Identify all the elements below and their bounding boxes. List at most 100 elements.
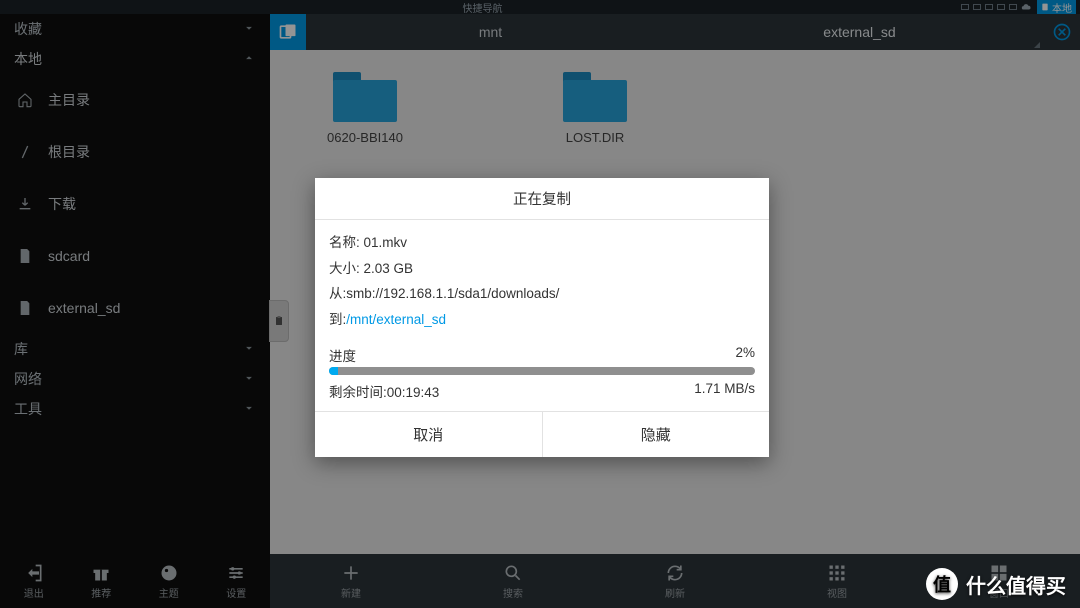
view-button[interactable]: 视图 <box>756 554 918 608</box>
remain-value: 00:19:43 <box>387 385 440 400</box>
palette-icon <box>159 563 179 583</box>
sidebar-bottom-bar: 退出 推荐 主题 设置 <box>0 554 270 608</box>
folder-label: 0620-BBI140 <box>327 130 403 145</box>
sidebar-section-network[interactable]: 网络 <box>0 364 270 394</box>
refresh-icon <box>665 563 685 583</box>
content-header: mnt external_sd <box>270 14 1080 50</box>
destination-link[interactable]: /mnt/external_sd <box>346 312 446 327</box>
button-label: 搜索 <box>503 585 523 600</box>
sidebar-section-label: 库 <box>14 339 28 359</box>
cloud-icon <box>1021 2 1031 12</box>
search-icon <box>503 563 523 583</box>
sidebar-section-tools[interactable]: 工具 <box>0 394 270 424</box>
remain-label: 剩余时间: <box>329 385 387 400</box>
close-icon <box>1052 22 1072 42</box>
close-tab-button[interactable] <box>1044 14 1080 50</box>
button-label: 刷新 <box>665 585 685 600</box>
watermark-badge: 值 <box>926 568 958 600</box>
hide-button[interactable]: 隐藏 <box>543 412 770 457</box>
progress-fill <box>329 367 338 375</box>
tab-corner-icon <box>1034 42 1040 48</box>
sliders-icon <box>226 563 246 583</box>
dialog-body: 名称: 01.mkv 大小: 2.03 GB 从:smb://192.168.1… <box>315 220 769 341</box>
chevron-down-icon <box>242 341 256 358</box>
recommend-button[interactable]: 推荐 <box>68 554 136 608</box>
progress-bar <box>329 367 755 375</box>
multiwindow-button[interactable] <box>270 14 306 50</box>
button-label: 设置 <box>226 585 246 600</box>
plus-icon <box>341 563 361 583</box>
theme-button[interactable]: 主题 <box>135 554 203 608</box>
watermark: 值 什么值得买 <box>926 568 1066 600</box>
sidebar-section-library[interactable]: 库 <box>0 334 270 364</box>
button-label: 退出 <box>24 585 44 600</box>
field-label: 从: <box>329 286 346 301</box>
sidebar-item-label: external_sd <box>48 300 120 316</box>
chevron-down-icon <box>242 401 256 418</box>
sidebar-section-label: 工具 <box>14 399 42 419</box>
sidebar-item-sdcard[interactable]: sdcard <box>0 230 270 282</box>
folder-label: LOST.DIR <box>566 130 625 145</box>
refresh-button[interactable]: 刷新 <box>594 554 756 608</box>
sidebar-section-label: 网络 <box>14 369 42 389</box>
clipboard-icon <box>273 314 285 328</box>
field-value: smb://192.168.1.1/sda1/downloads/ <box>346 286 559 301</box>
tab-externalsd[interactable]: external_sd <box>675 14 1044 50</box>
speed-value: 1.71 MB/s <box>694 381 755 401</box>
chevron-up-icon <box>242 51 256 68</box>
sidebar-item-home[interactable]: 主目录 <box>0 74 270 126</box>
gift-icon <box>91 563 111 583</box>
watermark-text: 什么值得买 <box>966 570 1066 599</box>
statusbar-title: 快捷导航 <box>463 0 503 15</box>
chevron-down-icon <box>242 371 256 388</box>
file-icon <box>16 248 34 264</box>
sidebar-item-download[interactable]: 下载 <box>0 178 270 230</box>
exit-icon <box>24 563 44 583</box>
tab-label: mnt <box>479 24 502 40</box>
clipboard-drawer-handle[interactable] <box>269 300 289 342</box>
slash-icon <box>16 144 34 160</box>
sidebar-section-label: 本地 <box>14 49 42 69</box>
folder-icon <box>333 72 397 122</box>
field-value: 01.mkv <box>364 235 408 250</box>
sidebar-item-root[interactable]: 根目录 <box>0 126 270 178</box>
sidebar-item-label: 根目录 <box>48 142 90 162</box>
sidebar-item-externalsd[interactable]: external_sd <box>0 282 270 334</box>
field-label: 到: <box>329 312 346 327</box>
folder-icon <box>563 72 627 122</box>
new-button[interactable]: 新建 <box>270 554 432 608</box>
field-label: 名称: <box>329 235 360 250</box>
sidebar-item-label: 主目录 <box>48 90 90 110</box>
statusbar-local-tag: 本地 <box>1037 0 1076 14</box>
settings-button[interactable]: 设置 <box>203 554 271 608</box>
field-value: 2.03 GB <box>364 261 414 276</box>
copy-dialog: 正在复制 名称: 01.mkv 大小: 2.03 GB 从:smb://192.… <box>315 178 769 457</box>
tablet-icon <box>1041 3 1049 11</box>
sidebar-item-label: sdcard <box>48 248 90 264</box>
chevron-down-icon <box>242 21 256 38</box>
tab-mnt[interactable]: mnt <box>306 14 675 50</box>
sidebar: 收藏 本地 主目录 根目录 下载 sdcard external_sd 库 <box>0 14 270 608</box>
grid-icon <box>827 563 847 583</box>
tab-label: external_sd <box>823 24 895 40</box>
home-icon <box>16 92 34 108</box>
search-button[interactable]: 搜索 <box>432 554 594 608</box>
button-label: 新建 <box>341 585 361 600</box>
button-label: 视图 <box>827 585 847 600</box>
progress-percent: 2% <box>735 345 755 365</box>
statusbar-device-icons <box>961 2 1031 12</box>
sidebar-item-label: 下载 <box>48 194 76 214</box>
download-icon <box>16 196 34 212</box>
statusbar: 快捷导航 本地 <box>0 0 1080 14</box>
progress-label: 进度 <box>329 345 356 365</box>
button-label: 推荐 <box>91 585 111 600</box>
sidebar-section-local[interactable]: 本地 <box>0 44 270 74</box>
field-label: 大小: <box>329 261 360 276</box>
sidebar-section-favorites[interactable]: 收藏 <box>0 14 270 44</box>
exit-button[interactable]: 退出 <box>0 554 68 608</box>
dialog-title: 正在复制 <box>315 178 769 220</box>
windows-icon <box>278 22 298 42</box>
file-icon <box>16 300 34 316</box>
cancel-button[interactable]: 取消 <box>315 412 543 457</box>
button-label: 主题 <box>159 585 179 600</box>
